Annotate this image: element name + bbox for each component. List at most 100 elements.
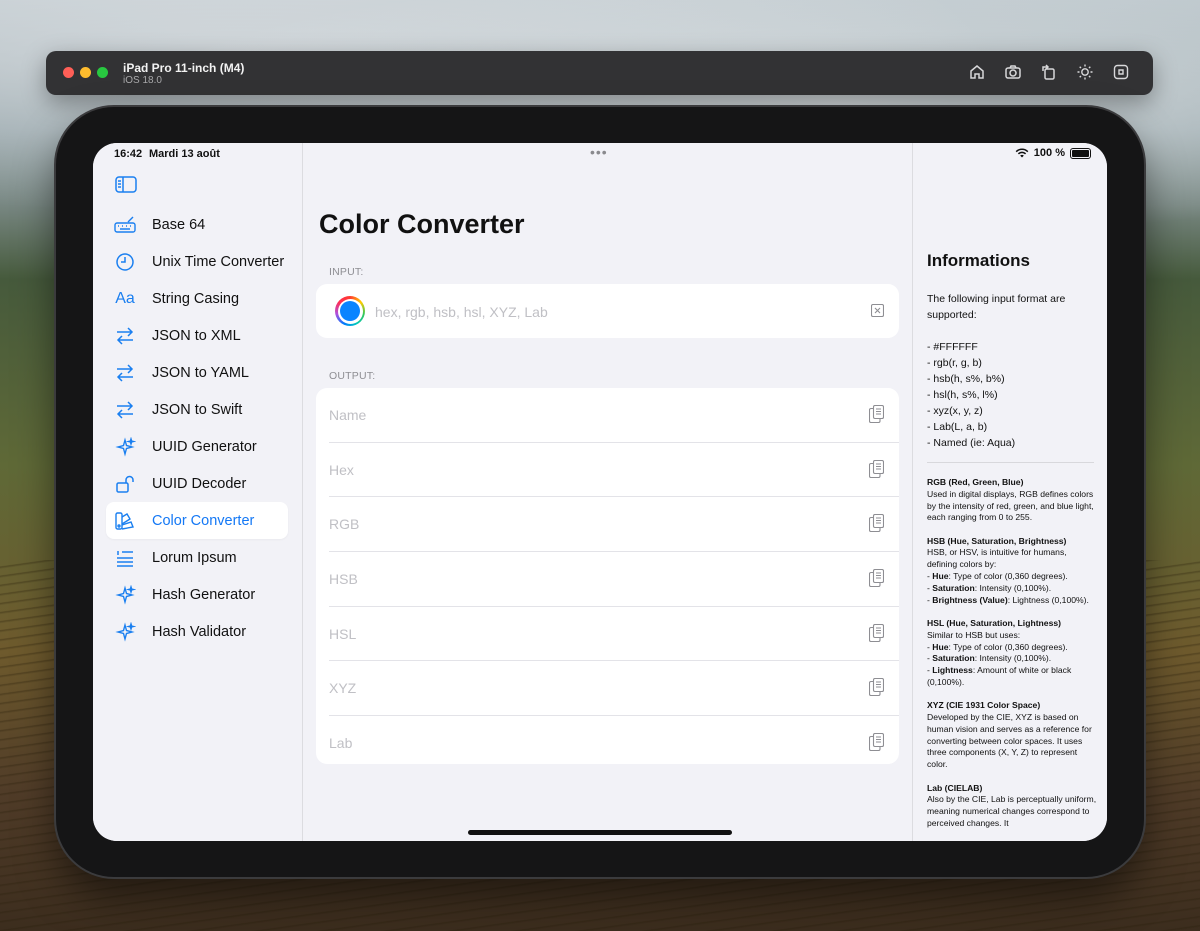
status-indicators: 100 % — [1015, 147, 1091, 159]
sidebar: Base 64 Unix Time Converter Aa String Ca… — [93, 143, 303, 841]
sidebar-item-string-casing[interactable]: Aa String Casing — [106, 280, 288, 317]
sidebar-item-label: Unix Time Converter — [152, 253, 285, 270]
info-title: Informations — [927, 251, 1030, 270]
sparkles-icon — [114, 621, 136, 642]
home-icon[interactable] — [967, 63, 987, 83]
output-card: Name Hex RGB HSB HSL XYZ Lab — [316, 388, 899, 764]
sidebar-item-hash-validator[interactable]: Hash Validator — [106, 613, 288, 650]
info-section-rgb: RGB (Red, Green, Blue) Used in digital d… — [927, 477, 1097, 524]
sidebar-item-label: Hash Generator — [152, 586, 256, 603]
output-label: Name — [329, 407, 367, 423]
unlock-icon — [114, 474, 136, 494]
sidebar-nav: Base 64 Unix Time Converter Aa String Ca… — [106, 206, 288, 650]
home-indicator[interactable] — [468, 830, 732, 835]
bullet: - Saturation: Intensity (0,100%). — [927, 582, 1052, 593]
output-row-hex: Hex — [329, 443, 899, 498]
info-intro: The following input format are supported… — [927, 293, 1066, 321]
sidebar-item-json-xml[interactable]: JSON to XML — [106, 317, 288, 354]
sidebar-item-label: Hash Validator — [152, 623, 247, 640]
sidebar-item-label: JSON to XML — [152, 327, 241, 344]
sidebar-item-label: JSON to YAML — [152, 364, 249, 381]
output-row-hsb: HSB — [329, 552, 899, 607]
sidebar-item-uuid-decoder[interactable]: UUID Decoder — [106, 465, 288, 502]
copy-icon[interactable] — [869, 678, 884, 697]
copy-icon[interactable] — [869, 623, 884, 642]
multitasking-dots[interactable]: ••• — [590, 144, 608, 160]
sidebar-item-base64[interactable]: Base 64 — [106, 206, 288, 243]
clock-icon — [114, 252, 136, 272]
page-title: Color Converter — [319, 209, 525, 239]
section-heading: HSL (Hue, Saturation, Lightness) — [927, 617, 1062, 628]
arrows-swap-icon — [114, 326, 136, 346]
output-label: XYZ — [329, 680, 357, 697]
copy-icon[interactable] — [869, 459, 884, 478]
clear-icon[interactable] — [871, 304, 884, 317]
format-item: - xyz(x, y, z) — [927, 405, 983, 417]
info-panel: Informations The following input format … — [912, 143, 1107, 841]
info-section-lab: Lab (CIELAB) Also by the CIE, Lab is per… — [927, 783, 1097, 830]
sidebar-toggle-icon[interactable] — [115, 176, 137, 193]
section-heading: RGB (Red, Green, Blue) — [927, 477, 1024, 487]
sidebar-item-uuid-generator[interactable]: UUID Generator — [106, 428, 288, 465]
ipad-screen: Base 64 Unix Time Converter Aa String Ca… — [93, 143, 1107, 841]
info-section-hsb: HSB (Hue, Saturation, Brightness) HSB, o… — [927, 536, 1097, 607]
battery-percent: 100 % — [1033, 147, 1065, 159]
sidebar-item-json-swift[interactable]: JSON to Swift — [106, 391, 288, 428]
output-row-lab: Lab — [329, 716, 899, 764]
color-picker-well[interactable] — [335, 296, 365, 326]
battery-icon — [1070, 147, 1091, 159]
section-text: Used in digital displays, RGB defines co… — [927, 488, 1094, 523]
command-icon[interactable] — [1111, 63, 1131, 83]
section-heading: XYZ (CIE 1931 Color Space) — [927, 700, 1041, 711]
sparkles-icon — [114, 584, 136, 605]
keyboard-icon — [114, 215, 136, 235]
rotate-icon[interactable] — [1039, 63, 1059, 83]
copy-icon[interactable] — [869, 405, 884, 423]
zoom-window-button[interactable] — [97, 67, 108, 78]
output-row-hsl: HSL — [329, 607, 899, 662]
sidebar-item-json-yaml[interactable]: JSON to YAML — [106, 354, 288, 391]
format-item: - #FFFFFF — [927, 341, 978, 353]
text-case-icon: Aa — [115, 289, 135, 307]
sidebar-item-hash-generator[interactable]: Hash Generator — [106, 576, 288, 613]
sparkles-icon — [114, 436, 136, 457]
screenshot-icon[interactable] — [1003, 63, 1023, 83]
swatch-icon — [114, 511, 136, 531]
output-label: Lab — [329, 735, 353, 752]
sidebar-item-lorum-ipsum[interactable]: Lorum Ipsum — [106, 539, 288, 576]
arrows-swap-icon — [114, 363, 136, 383]
sidebar-item-unix-time[interactable]: Unix Time Converter — [106, 243, 288, 280]
input-section-label: INPUT: — [329, 266, 364, 278]
bullet: - Brightness (Value): Lightness (0,100%)… — [927, 594, 1089, 605]
text-quote-icon — [114, 548, 136, 568]
copy-icon[interactable] — [869, 569, 884, 588]
bullet: - Hue: Type of color (0,360 degrees). — [927, 571, 1068, 582]
os-version: iOS 18.0 — [123, 75, 162, 86]
appearance-icon[interactable] — [1075, 63, 1095, 83]
output-label: HSL — [329, 625, 357, 642]
format-item: - Named (ie: Aqua) — [927, 437, 1016, 449]
arrows-swap-icon — [114, 400, 136, 420]
minimize-window-button[interactable] — [80, 67, 91, 78]
color-input[interactable] — [373, 298, 847, 326]
copy-icon[interactable] — [869, 733, 884, 752]
format-item: - hsb(h, s%, b%) — [927, 373, 1005, 385]
info-section-hsl: HSL (Hue, Saturation, Lightness) Similar… — [927, 618, 1097, 689]
sidebar-item-label: JSON to Swift — [152, 401, 243, 418]
section-heading: Lab (CIELAB) — [927, 782, 983, 793]
output-row-xyz: XYZ — [329, 661, 899, 717]
close-window-button[interactable] — [63, 67, 74, 78]
sidebar-item-color-converter[interactable]: Color Converter — [106, 502, 288, 539]
bullet: - Lightness: Amount of white or black (0… — [927, 665, 1072, 687]
status-date: Mardi 13 août — [149, 148, 220, 160]
simulator-title-bar: iPad Pro 11-inch (M4) iOS 18.0 — [46, 51, 1153, 95]
supported-formats-list: - #FFFFFF - rgb(r, g, b) - hsb(h, s%, b%… — [927, 339, 1015, 451]
divider — [927, 462, 1094, 463]
output-row-name: Name — [329, 388, 899, 443]
main-content: Color Converter INPUT: OUTPUT: Name Hex … — [303, 143, 912, 841]
copy-icon[interactable] — [869, 514, 884, 533]
sidebar-item-label: String Casing — [152, 290, 240, 307]
info-section-xyz: XYZ (CIE 1931 Color Space) Developed by … — [927, 700, 1097, 771]
input-card — [316, 284, 899, 338]
sidebar-item-label: Base 64 — [152, 216, 206, 233]
